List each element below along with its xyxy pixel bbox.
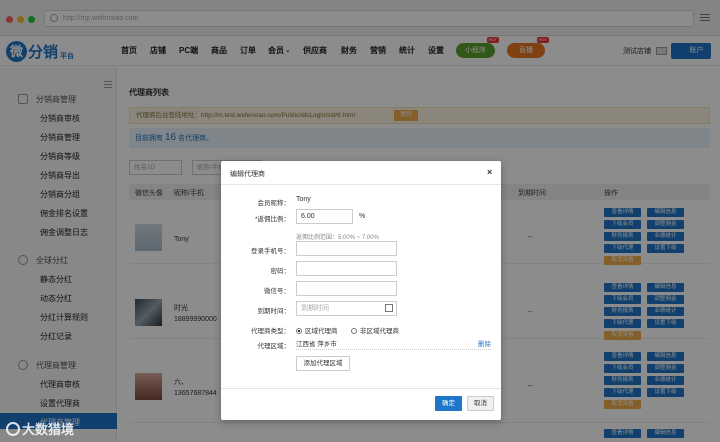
region-label: 代理区域： [257,343,291,350]
wechat-input[interactable] [296,281,397,296]
agent-type-label: 代理商类型： [251,328,290,335]
watermark-logo-icon [6,422,20,436]
edit-agent-dialog: 编辑代理商 × 会员昵称： Tony *返佣比例： 6.00 % 返佣比例范围：… [221,161,501,420]
radio-regional-agent[interactable]: 区域代理商 [296,325,338,335]
password-input[interactable] [296,261,397,276]
watermark-text: 大数猎境 [22,422,75,437]
radio-checked-icon [296,328,302,334]
region-value: 江西省 萍乡市 [296,341,337,348]
ratio-label: *返佣比例： [254,216,290,223]
cancel-button[interactable]: 取消 [467,396,494,411]
expire-date-input[interactable]: 到期时间 [296,301,397,316]
region-delete-link[interactable]: 删除 [478,338,491,348]
phone-input[interactable] [296,241,397,256]
divider [221,184,501,185]
radio-non-regional-label: 非区域代理商 [360,328,399,335]
calendar-icon[interactable] [385,304,393,312]
radio-unchecked-icon [351,328,357,334]
add-region-button[interactable]: 添加代理区域 [296,356,350,371]
expire-placeholder: 到期时间 [301,305,329,312]
password-label: 密码： [270,268,291,275]
close-icon[interactable]: × [487,167,492,177]
radio-non-regional-agent[interactable]: 非区域代理商 [351,325,399,335]
dialog-title: 编辑代理商 [230,171,265,178]
browser-window: http://mp.wxfenxiao.com 微 分销 平台 首页 店铺 PC… [0,0,720,442]
watermark: 大数猎境 [6,419,74,438]
ratio-unit: % [359,213,366,220]
divider [221,388,501,389]
member-value: Tony [296,196,311,203]
wechat-label: 微信号： [264,288,290,295]
confirm-button[interactable]: 确定 [435,396,462,411]
ratio-input[interactable]: 6.00 [296,209,353,224]
member-label: 会员昵称： [257,200,291,207]
phone-label: 登录手机号： [251,248,290,255]
expire-label: 到期时间： [257,308,291,315]
ratio-hint: 返佣比例范围：5.00% ~ 7.00% [296,235,379,241]
region-row: 江西省 萍乡市 删除 [296,338,491,350]
radio-regional-label: 区域代理商 [305,328,338,335]
